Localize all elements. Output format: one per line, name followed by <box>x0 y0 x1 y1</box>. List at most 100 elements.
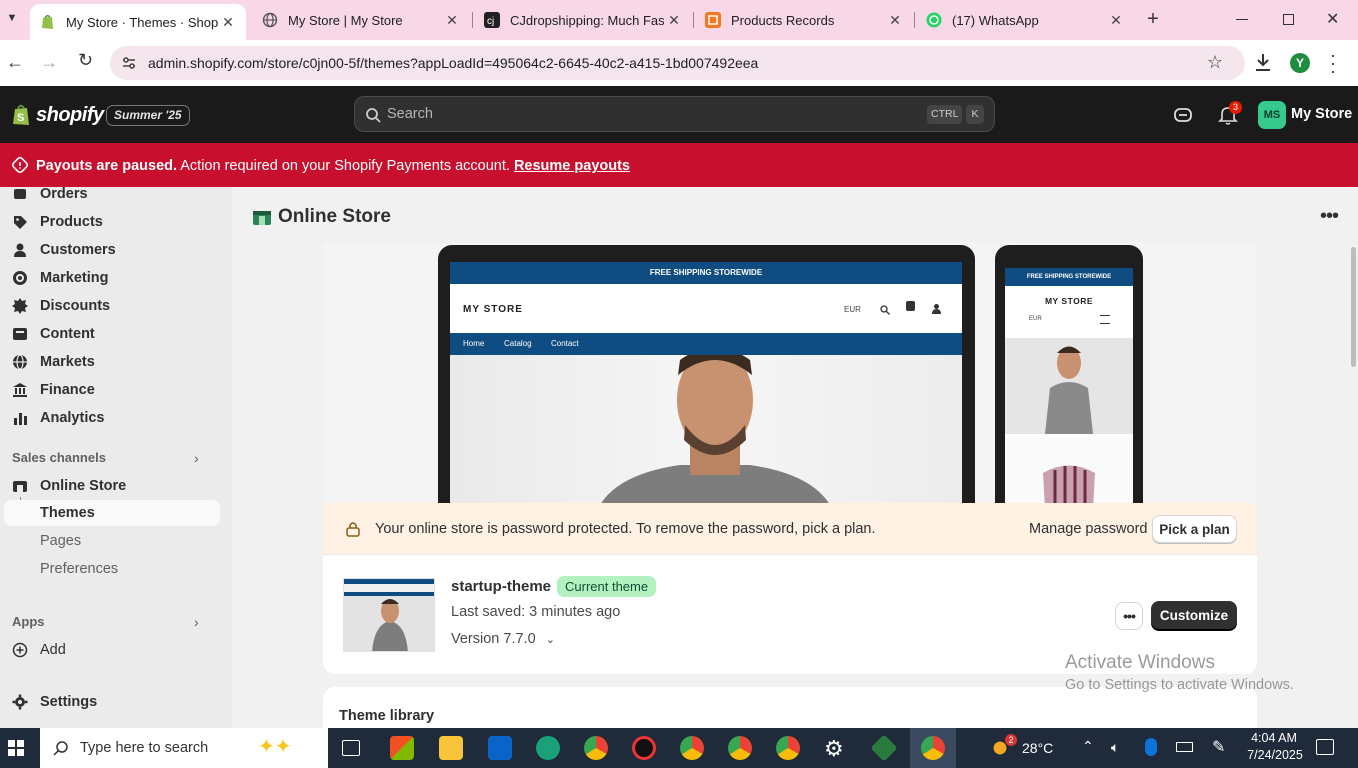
close-tab-icon[interactable]: ✕ <box>442 12 462 29</box>
taskbar-search-box[interactable]: Type here to search ✦✦ <box>40 728 328 768</box>
apps-heading[interactable]: Apps <box>12 614 45 629</box>
sidebar-item-settings[interactable]: Settings <box>12 691 97 713</box>
volume-icon[interactable]: 🔈︎ <box>1111 739 1119 756</box>
app-diamond-icon[interactable] <box>870 734 898 762</box>
chrome-active-icon[interactable] <box>921 736 945 760</box>
sales-channels-heading[interactable]: Sales channels <box>12 450 106 465</box>
chevron-up-icon[interactable]: ⌃ <box>1082 738 1094 755</box>
chrome-profile-icon[interactable] <box>776 736 800 760</box>
sidebar-item-add-app[interactable]: Add <box>12 639 66 661</box>
theme-thumbnail[interactable] <box>343 578 435 652</box>
preview-mobile-announcement: FREE SHIPPING STOREWIDE <box>1005 268 1133 286</box>
shopify-logo[interactable]: S shopify <box>12 103 104 127</box>
manage-password-link[interactable]: Manage password <box>1029 521 1148 537</box>
sidebar-item-content[interactable]: Content <box>12 323 95 345</box>
shopify-topbar: S shopify Summer '25 Search CTRL K 3 MS … <box>0 86 1358 143</box>
tab-whatsapp[interactable]: (17) WhatsApp ✕ <box>916 0 1134 40</box>
minimize-icon[interactable] <box>1236 19 1248 20</box>
new-tab-button[interactable]: + <box>1142 8 1164 30</box>
record-icon[interactable] <box>632 736 656 760</box>
banner-bold-text: Payouts are paused. <box>36 158 178 174</box>
sidebar-item-pages[interactable]: Pages <box>40 533 81 549</box>
sidebar-item-label: Content <box>40 326 95 342</box>
profile-avatar[interactable]: Y <box>1290 53 1310 73</box>
main-scrollbar[interactable] <box>1349 243 1358 728</box>
battery-icon[interactable] <box>1176 742 1193 752</box>
file-explorer-icon[interactable] <box>439 736 463 760</box>
clock-time[interactable]: 4:04 AM <box>1250 731 1298 745</box>
sidebar-item-marketing[interactable]: Marketing <box>12 267 109 289</box>
lock-icon <box>346 521 360 537</box>
chrome-icon[interactable] <box>584 736 608 760</box>
sidekick-icon[interactable] <box>1173 105 1193 125</box>
tab-products-records[interactable]: Products Records ✕ <box>695 0 913 40</box>
temperature-text[interactable]: 28°C <box>1022 740 1053 756</box>
windows-start-icon[interactable] <box>8 740 24 756</box>
clock-date[interactable]: 7/24/2025 <box>1244 748 1306 762</box>
theme-more-actions-button[interactable]: ••• <box>1115 602 1143 630</box>
sidebar-item-products[interactable]: Products <box>12 211 103 233</box>
task-view-icon[interactable] <box>342 740 360 756</box>
forward-arrow-icon[interactable]: → <box>40 52 58 73</box>
tab-my-store[interactable]: My Store | My Store ✕ <box>252 0 470 40</box>
edition-badge[interactable]: Summer '25 <box>106 105 190 126</box>
bookmark-star-icon[interactable]: ☆ <box>1207 52 1223 73</box>
address-bar[interactable]: admin.shopify.com/store/c0jn00-5f/themes… <box>110 46 1245 80</box>
restore-icon[interactable] <box>1283 14 1294 25</box>
reload-icon[interactable]: ↻ <box>78 50 93 71</box>
close-tab-icon[interactable]: ✕ <box>218 14 238 31</box>
pick-a-plan-button[interactable]: Pick a plan <box>1152 515 1237 543</box>
close-tab-icon[interactable]: ✕ <box>885 12 905 29</box>
microsoft-store-icon[interactable] <box>390 736 414 760</box>
sidebar-item-online-store[interactable]: Online Store <box>12 475 126 497</box>
customize-button[interactable]: Customize <box>1151 601 1237 629</box>
browser-menu-icon[interactable]: · · · <box>1330 46 1336 80</box>
edge-icon[interactable] <box>536 736 560 760</box>
chevron-right-icon[interactable]: › <box>194 450 199 466</box>
tab-shopify-themes[interactable]: My Store · Themes · Shopify ✕ <box>30 4 246 40</box>
sidebar-item-customers[interactable]: Customers <box>12 239 116 261</box>
theme-library-card: Theme library <box>323 687 1257 728</box>
sidebar-item-analytics[interactable]: Analytics <box>12 407 104 429</box>
notification-center-icon[interactable] <box>1316 739 1334 755</box>
sidebar-item-preferences[interactable]: Preferences <box>40 561 118 577</box>
outlook-icon[interactable] <box>488 736 512 760</box>
sidebar-item-orders[interactable]: Orders <box>12 183 88 205</box>
svg-text:S: S <box>17 112 24 124</box>
theme-version-selector[interactable]: Version 7.7.0 ⌄ <box>451 631 555 647</box>
sidebar-item-label: Products <box>40 214 103 230</box>
site-info-icon[interactable] <box>121 55 137 71</box>
banner-text: Action required on your Shopify Payments… <box>180 158 510 174</box>
activate-windows-title: Activate Windows <box>1065 652 1215 673</box>
globe-icon <box>262 12 278 28</box>
pen-icon[interactable]: ✎ <box>1212 737 1225 757</box>
sidebar-item-label: Add <box>40 642 66 658</box>
sidebar-item-label: Analytics <box>40 410 105 426</box>
download-icon[interactable] <box>1254 52 1272 72</box>
close-tab-icon[interactable]: ✕ <box>664 12 684 29</box>
admin-sidebar: Orders Products Customers Marketing Disc… <box>0 186 232 728</box>
store-name[interactable]: My Store <box>1291 106 1352 122</box>
settings-gear-icon[interactable]: ⚙ <box>824 736 844 762</box>
tab-search-button[interactable]: ▼ <box>4 12 20 28</box>
sidebar-item-discounts[interactable]: Discounts <box>12 295 110 317</box>
search-bar[interactable]: Search CTRL K <box>354 96 995 132</box>
more-actions-icon[interactable]: ••• <box>1320 205 1339 228</box>
sidebar-item-themes[interactable] <box>4 500 220 526</box>
chrome-profile-icon[interactable] <box>680 736 704 760</box>
chevron-right-icon[interactable]: › <box>194 614 199 630</box>
sidebar-item-markets[interactable]: Markets <box>12 351 95 373</box>
close-window-icon[interactable]: ✕ <box>1326 9 1339 29</box>
current-theme-badge: Current theme <box>557 576 657 597</box>
resume-payouts-link[interactable]: Resume payouts <box>514 158 630 174</box>
bluetooth-icon[interactable] <box>1145 738 1157 756</box>
sidebar-item-finance[interactable]: Finance <box>12 379 95 401</box>
browser-toolbar: ← → ↻ admin.shopify.com/store/c0jn00-5f/… <box>0 40 1358 86</box>
sidebar-item-label: Markets <box>40 354 95 370</box>
chrome-profile-icon[interactable] <box>728 736 752 760</box>
store-avatar[interactable]: MS <box>1258 101 1286 129</box>
back-arrow-icon[interactable]: ← <box>6 52 24 73</box>
preview-nav-bar: Home Catalog Contact <box>450 333 962 355</box>
tab-cjdropshipping[interactable]: cj CJdropshipping: Much Faste ✕ <box>474 0 692 40</box>
close-tab-icon[interactable]: ✕ <box>1106 12 1126 29</box>
